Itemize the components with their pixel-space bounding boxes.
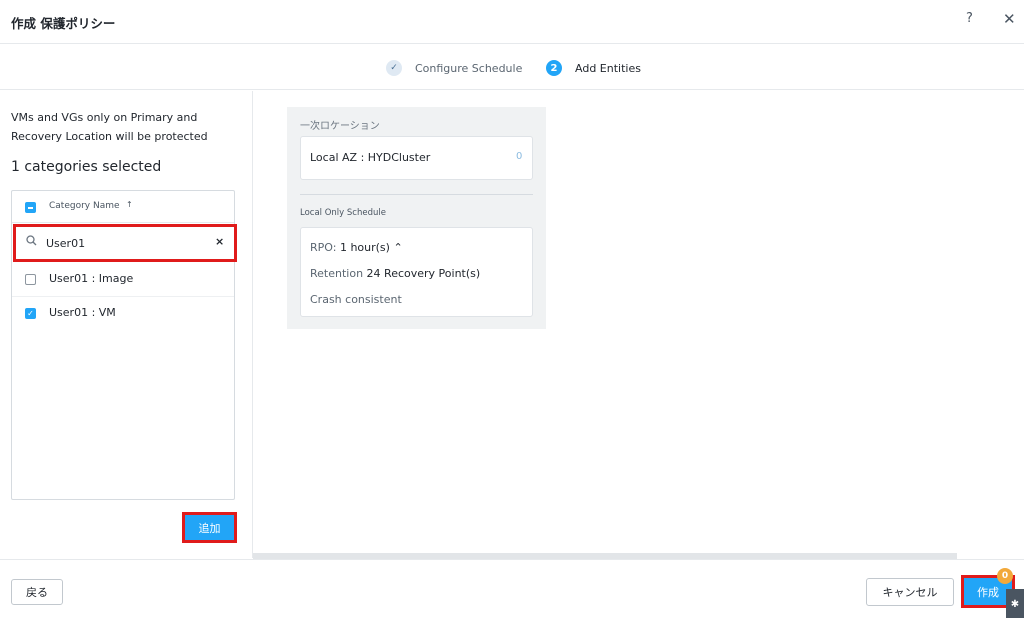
retention-line: Retention 24 Recovery Point(s) xyxy=(310,267,480,280)
close-icon[interactable]: ✕ xyxy=(1003,10,1016,28)
list-item[interactable]: ✓ User01 : VM xyxy=(12,297,234,331)
category-checkbox[interactable]: ✓ xyxy=(25,308,36,319)
rpo-label: RPO: xyxy=(310,241,337,254)
notification-badge[interactable]: 0 xyxy=(997,568,1013,584)
location-box: Local AZ : HYDCluster 0 xyxy=(300,136,533,180)
category-list: Category Name ↑ User01 × User01 : Image … xyxy=(11,190,237,500)
dialog-footer: 戻る キャンセル 作成 0 ✱ xyxy=(0,559,1024,618)
location-count: 0 xyxy=(516,151,523,162)
category-label: User01 : VM xyxy=(49,306,116,319)
primary-location-label: 一次ロケーション xyxy=(300,121,380,132)
step-label: Configure Schedule xyxy=(415,61,523,75)
divider xyxy=(300,194,533,195)
help-icon[interactable]: ? xyxy=(966,11,973,26)
dialog-title: 作成 保護ポリシー xyxy=(11,16,116,31)
entities-panel: VMs and VGs only on Primary and Recovery… xyxy=(0,91,253,558)
step-label: Add Entities xyxy=(575,61,641,75)
select-all-checkbox[interactable] xyxy=(25,202,36,213)
selected-count: 1 categories selected xyxy=(11,159,162,175)
schedule-label: Local Only Schedule xyxy=(300,208,386,218)
step-add-entities[interactable]: 2 Add Entities xyxy=(546,60,641,76)
category-list-header: Category Name ↑ xyxy=(12,191,234,223)
dialog-header: 作成 保護ポリシー ? ✕ xyxy=(0,0,1024,44)
retention-label: Retention xyxy=(310,267,364,280)
protection-note: VMs and VGs only on Primary and Recovery… xyxy=(11,111,208,143)
rpo-line[interactable]: RPO: 1 hour(s) ⌃ xyxy=(310,241,403,254)
list-item[interactable]: User01 : Image xyxy=(12,263,234,297)
search-input[interactable]: User01 xyxy=(46,237,85,250)
cancel-button[interactable]: キャンセル xyxy=(866,578,954,606)
add-button[interactable]: 追加 xyxy=(182,512,237,543)
search-icon xyxy=(26,235,37,249)
clear-search-icon[interactable]: × xyxy=(215,235,224,248)
retention-value: 24 Recovery Point(s) xyxy=(366,267,481,280)
consistency-label: Crash consistent xyxy=(310,293,402,306)
step-number: 2 xyxy=(546,60,562,76)
location-name: Local AZ : HYDCluster xyxy=(310,151,431,164)
wizard-stepper: ✓ Configure Schedule 2 Add Entities xyxy=(0,45,1024,90)
column-header-category-name[interactable]: Category Name xyxy=(49,201,120,211)
policy-summary-card: 一次ロケーション Local AZ : HYDCluster 0 Local O… xyxy=(287,107,546,329)
back-button[interactable]: 戻る xyxy=(11,579,63,605)
gear-icon[interactable]: ✱ xyxy=(1006,589,1024,618)
category-checkbox[interactable] xyxy=(25,274,36,285)
sort-asc-icon[interactable]: ↑ xyxy=(126,200,133,209)
category-search: User01 × xyxy=(13,224,237,262)
category-label: User01 : Image xyxy=(49,272,134,285)
chevron-up-icon[interactable]: ⌃ xyxy=(393,241,402,254)
rpo-value: 1 hour(s) xyxy=(339,241,390,254)
schedule-box: RPO: 1 hour(s) ⌃ Retention 24 Recovery P… xyxy=(300,227,533,317)
check-icon: ✓ xyxy=(386,60,402,76)
step-configure-schedule[interactable]: ✓ Configure Schedule xyxy=(386,60,522,76)
